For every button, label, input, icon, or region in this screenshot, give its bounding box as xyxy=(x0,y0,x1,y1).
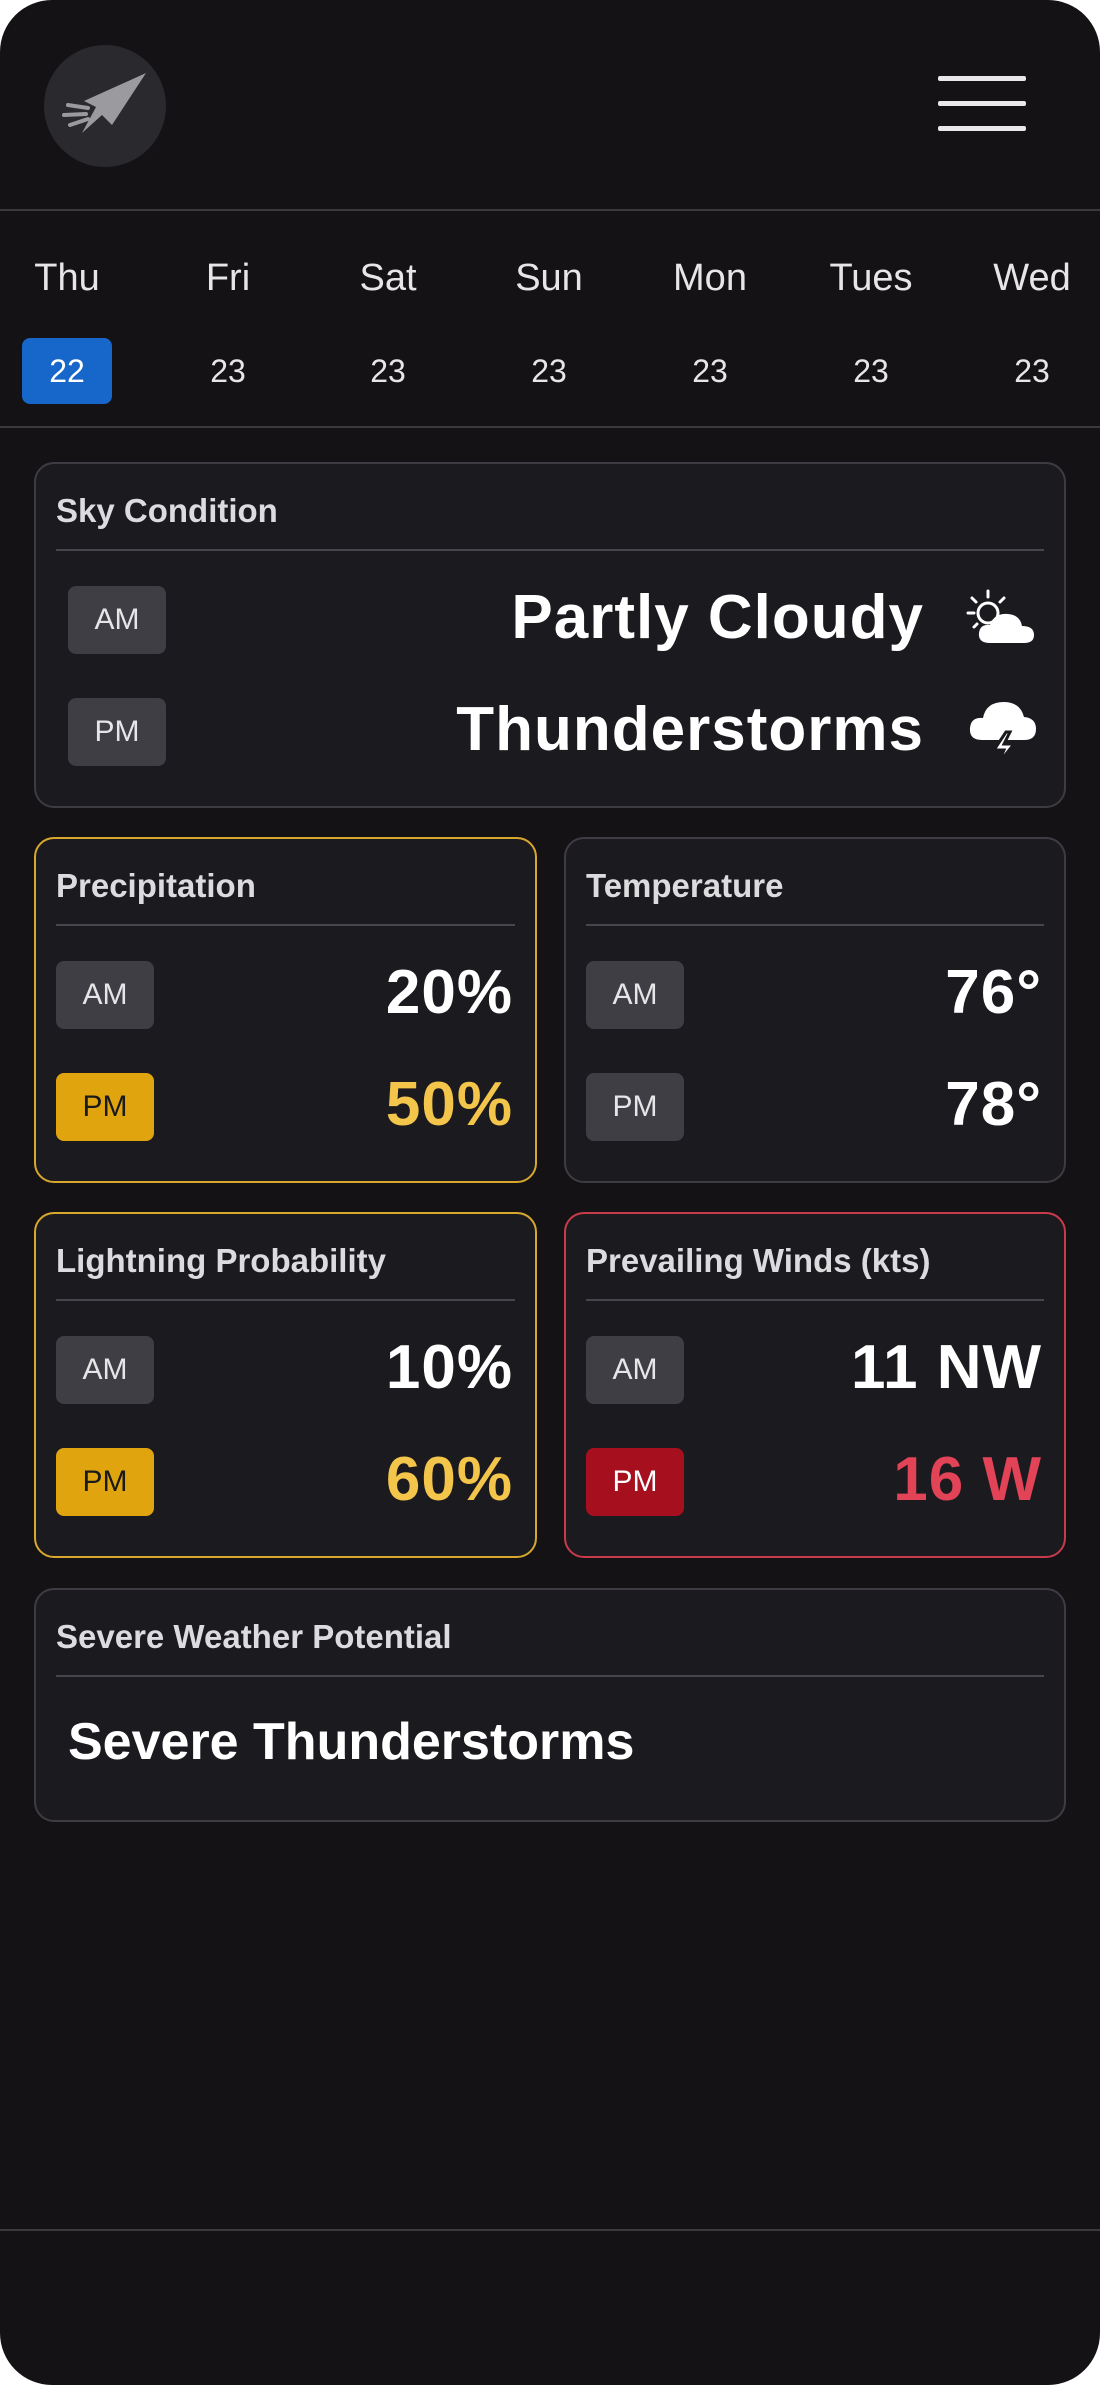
temperature-am-value: 76° xyxy=(945,958,1042,1027)
am-badge: AM xyxy=(56,1336,154,1404)
day-number: 23 xyxy=(370,353,406,389)
temperature-card: Temperature AM 76° PM 78° xyxy=(564,837,1066,1183)
card-title: Temperature xyxy=(586,867,784,904)
divider xyxy=(56,1299,515,1301)
day-name: Mon xyxy=(673,257,747,299)
divider xyxy=(56,549,1044,551)
bottom-divider xyxy=(0,2229,1100,2231)
am-badge: AM xyxy=(68,586,166,654)
winds-am-value: 11 NW xyxy=(850,1333,1042,1402)
severe-weather-card: Severe Weather Potential Severe Thunders… xyxy=(34,1588,1066,1822)
pm-badge: PM xyxy=(586,1448,684,1516)
day-tab-thu[interactable]: Thu 22 xyxy=(0,211,147,426)
sky-am-value: Partly Cloudy xyxy=(511,583,924,652)
winds-pm-value: 16 W xyxy=(893,1445,1042,1514)
day-name: Sat xyxy=(359,257,417,299)
day-tab-fri[interactable]: Fri 23 xyxy=(148,211,308,426)
prevailing-winds-card: Prevailing Winds (kts) AM 11 NW PM 16 W xyxy=(564,1212,1066,1558)
sky-condition-card: Sky Condition AM Partly Cloudy PM Thunde… xyxy=(34,462,1066,808)
day-name: Fri xyxy=(205,257,251,299)
day-tab-sat[interactable]: Sat 23 xyxy=(308,211,468,426)
precipitation-pm-value: 50% xyxy=(385,1070,513,1139)
day-tab-wed[interactable]: Wed 23 xyxy=(952,211,1100,426)
precipitation-am-value: 20% xyxy=(385,958,513,1027)
am-badge: AM xyxy=(586,961,684,1029)
sky-pm-value: Thunderstorms xyxy=(456,695,924,764)
divider xyxy=(586,1299,1044,1301)
card-title: Severe Weather Potential xyxy=(56,1618,452,1655)
card-title: Lightning Probability xyxy=(56,1242,386,1279)
card-title: Sky Condition xyxy=(56,492,278,529)
precipitation-card: Precipitation AM 20% PM 50% xyxy=(34,837,537,1183)
card-title: Precipitation xyxy=(56,867,256,904)
hamburger-menu-icon[interactable] xyxy=(934,68,1030,140)
day-number: 23 xyxy=(853,353,889,389)
jet-icon xyxy=(62,73,146,133)
app-logo[interactable] xyxy=(44,45,166,167)
pm-badge: PM xyxy=(68,698,166,766)
divider xyxy=(56,924,515,926)
am-badge: AM xyxy=(586,1336,684,1404)
day-tab-tues[interactable]: Tues 23 xyxy=(791,211,951,426)
day-number: 23 xyxy=(692,353,728,389)
day-number: 23 xyxy=(531,353,567,389)
day-name: Thu xyxy=(34,257,100,299)
severe-weather-value: Severe Thunderstorms xyxy=(68,1713,635,1771)
lightning-probability-card: Lightning Probability AM 10% PM 60% xyxy=(34,1212,537,1558)
divider xyxy=(56,1675,1044,1677)
thunderstorm-icon xyxy=(969,702,1036,765)
day-name: Tues xyxy=(829,257,913,299)
day-selector: Thu 22 Fri 23 Sat 23 Sun 23 Mon 23 Tues … xyxy=(0,211,1100,428)
am-badge: AM xyxy=(56,961,154,1029)
card-title: Prevailing Winds (kts) xyxy=(586,1242,931,1279)
pm-badge: PM xyxy=(56,1448,154,1516)
day-number: 23 xyxy=(210,353,246,389)
day-name: Sun xyxy=(515,257,583,299)
app-screen: Thu 22 Fri 23 Sat 23 Sun 23 Mon 23 Tues … xyxy=(0,0,1100,2385)
divider xyxy=(586,924,1044,926)
lightning-pm-value: 60% xyxy=(385,1445,513,1514)
app-header xyxy=(0,0,1100,211)
day-tab-sun[interactable]: Sun 23 xyxy=(469,211,629,426)
temperature-pm-value: 78° xyxy=(945,1070,1042,1139)
pm-badge: PM xyxy=(56,1073,154,1141)
lightning-am-value: 10% xyxy=(385,1333,513,1402)
day-name: Wed xyxy=(993,257,1071,299)
day-number: 23 xyxy=(1014,353,1050,389)
day-number: 22 xyxy=(22,338,112,404)
partly-cloudy-icon xyxy=(966,589,1034,643)
pm-badge: PM xyxy=(586,1073,684,1141)
day-tab-mon[interactable]: Mon 23 xyxy=(630,211,790,426)
